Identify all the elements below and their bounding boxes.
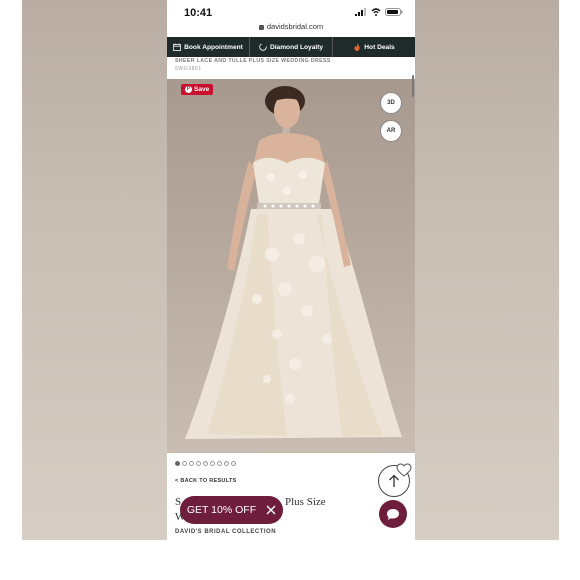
battery-icon bbox=[385, 8, 403, 16]
gallery-dot[interactable] bbox=[224, 461, 229, 466]
nav-book-appointment[interactable]: Book Appointment bbox=[167, 37, 250, 57]
view-ar-label: AR bbox=[386, 128, 396, 134]
calendar-icon bbox=[173, 43, 182, 51]
nav-label: Diamond Loyalty bbox=[269, 43, 324, 51]
phone-screen: 10:41 davidsbridal.com Book Appointment … bbox=[167, 0, 415, 540]
gallery-dot[interactable] bbox=[203, 461, 208, 466]
product-title: SHEER LACE AND TULLE PLUS SIZE WEDDING D… bbox=[175, 58, 331, 64]
loyalty-icon bbox=[259, 43, 267, 51]
gallery-dot[interactable] bbox=[175, 461, 180, 466]
photo-backdrop-left bbox=[22, 0, 167, 540]
gallery-dot[interactable] bbox=[196, 461, 201, 466]
nav-diamond-loyalty[interactable]: Diamond Loyalty bbox=[250, 37, 333, 57]
view-ar-button[interactable]: AR bbox=[380, 120, 402, 142]
nav-label: Book Appointment bbox=[184, 43, 243, 51]
product-sku: 9WG3861 bbox=[175, 66, 202, 72]
status-icons bbox=[355, 8, 403, 16]
top-nav: Book Appointment Diamond Loyalty Hot Dea… bbox=[167, 37, 415, 57]
flame-icon bbox=[354, 43, 360, 51]
product-image-gallery[interactable]: P Save 3D AR bbox=[167, 79, 415, 453]
view-3d-button[interactable]: 3D bbox=[380, 92, 402, 114]
pinterest-icon: P bbox=[185, 86, 192, 93]
chat-bubble-icon bbox=[387, 508, 399, 520]
gallery-pagination bbox=[175, 461, 236, 466]
promo-pill-button[interactable]: GET 10% OFF bbox=[180, 496, 283, 524]
pinterest-save-button[interactable]: P Save bbox=[181, 84, 214, 95]
bottom-margin bbox=[22, 540, 560, 580]
product-brand: DAVID'S BRIDAL COLLECTION bbox=[175, 529, 277, 535]
lock-icon bbox=[258, 24, 264, 30]
photo-backdrop-right bbox=[415, 0, 559, 540]
wifi-icon bbox=[371, 8, 381, 16]
status-bar: 10:41 bbox=[167, 0, 415, 24]
gallery-dot[interactable] bbox=[210, 461, 215, 466]
back-to-results-link[interactable]: < BACK TO RESULTS bbox=[175, 478, 237, 484]
promo-label: GET 10% OFF bbox=[186, 504, 257, 516]
close-icon[interactable] bbox=[266, 505, 276, 515]
nav-hot-deals[interactable]: Hot Deals bbox=[333, 37, 415, 57]
view-3d-label: 3D bbox=[387, 100, 395, 106]
product-name-end: Plus Size bbox=[285, 496, 326, 508]
heart-icon[interactable] bbox=[396, 463, 412, 477]
wedding-dress-photo bbox=[185, 86, 402, 439]
signal-icon bbox=[355, 8, 366, 16]
nav-label: Hot Deals bbox=[364, 43, 395, 51]
gallery-dot[interactable] bbox=[182, 461, 187, 466]
page-scrollbar[interactable] bbox=[412, 75, 414, 97]
save-label: Save bbox=[194, 86, 210, 93]
gallery-dot[interactable] bbox=[231, 461, 236, 466]
address-bar[interactable]: davidsbridal.com bbox=[167, 22, 415, 31]
status-time: 10:41 bbox=[184, 7, 213, 19]
url-text: davidsbridal.com bbox=[266, 22, 324, 31]
gallery-dot[interactable] bbox=[217, 461, 222, 466]
gallery-dot[interactable] bbox=[189, 461, 194, 466]
chat-button[interactable] bbox=[379, 500, 407, 528]
